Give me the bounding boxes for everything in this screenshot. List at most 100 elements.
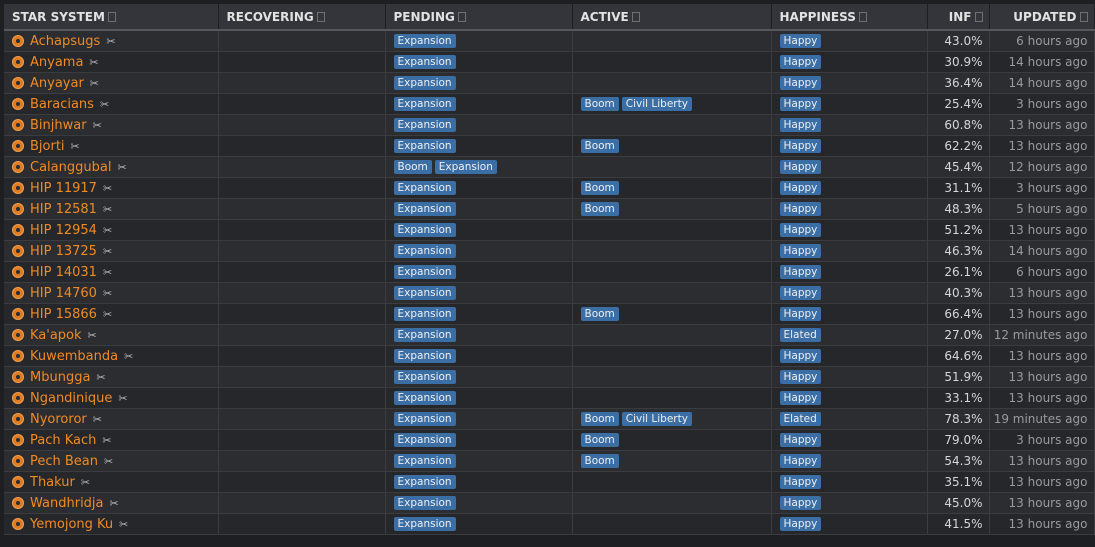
system-name-link[interactable]: Anyama (30, 55, 83, 70)
system-name-link[interactable]: Bjorti (30, 139, 65, 154)
system-name-link[interactable]: HIP 12581 (30, 202, 97, 217)
table-row[interactable]: HIP 14031 ✂ Expansion Happy 26.1% 6 hours ago (4, 261, 1095, 283)
column-header-pending[interactable]: PENDING (385, 4, 573, 31)
system-name-link[interactable]: Pach Kach (30, 433, 96, 448)
cell-happiness: Happy (771, 156, 928, 178)
table-row[interactable]: Anyama ✂ Expansion Happy 30.9% 14 hours ago (4, 51, 1095, 73)
system-name-link[interactable]: Wandhridja (30, 496, 104, 511)
system-name-link[interactable]: Binjhwar (30, 118, 87, 133)
system-name-link[interactable]: Ngandinique (30, 391, 112, 406)
state-badge: Expansion (393, 55, 456, 70)
column-header-inf[interactable]: INF (927, 4, 990, 31)
cell-recovering (218, 471, 386, 493)
table-row[interactable]: HIP 12954 ✂ Expansion Happy 51.2% 13 hours ag… (4, 219, 1095, 241)
table-row[interactable]: HIP 15866 ✂ Expansion Boom Happy 66.4% 13 hour… (4, 303, 1095, 325)
system-name-link[interactable]: Baracians (30, 97, 94, 112)
system-name-link[interactable]: HIP 12954 (30, 223, 97, 238)
table-row[interactable]: Calanggubal ✂ Boom Expansion Happy 45.4% 12 ho… (4, 156, 1095, 178)
sort-icon[interactable] (1079, 11, 1088, 22)
column-header-recovering[interactable]: RECOVERING (218, 4, 386, 31)
scissors-icon[interactable]: ✂ (89, 56, 98, 69)
table-row[interactable]: HIP 13725 ✂ Expansion Happy 46.3% 14 hours ag… (4, 240, 1095, 262)
scissors-icon[interactable]: ✂ (103, 224, 112, 237)
system-name-link[interactable]: Ka'apok (30, 328, 82, 343)
system-name-link[interactable]: HIP 13725 (30, 244, 97, 259)
happiness-badge: Happy (779, 286, 822, 301)
table-row[interactable]: Baracians ✂ Expansion Boom Civil Liberty Happ… (4, 93, 1095, 115)
table-row[interactable]: Ngandinique ✂ Expansion Happy 33.1% 13 hours … (4, 387, 1095, 409)
scissors-icon[interactable]: ✂ (90, 77, 99, 90)
scissors-icon[interactable]: ✂ (103, 182, 112, 195)
happiness-badge: Elated (779, 412, 821, 427)
column-header-star-system[interactable]: STAR SYSTEM (4, 4, 219, 31)
sort-icon[interactable] (457, 11, 466, 22)
scissors-icon[interactable]: ✂ (102, 434, 111, 447)
system-name-link[interactable]: Yemojong Ku (30, 517, 113, 532)
scissors-icon[interactable]: ✂ (103, 287, 112, 300)
scissors-icon[interactable]: ✂ (103, 308, 112, 321)
system-name-link[interactable]: Nyororor (30, 412, 87, 427)
sort-icon[interactable] (858, 11, 867, 22)
table-row[interactable]: HIP 12581 ✂ Expansion Boom Happy 48.3% 5 hours… (4, 198, 1095, 220)
cell-star-system: Calanggubal ✂ (4, 156, 219, 178)
cell-active (572, 51, 772, 73)
scissors-icon[interactable]: ✂ (100, 98, 109, 111)
table-row[interactable]: Achapsugs ✂ Expansion Happy 43.0% 6 hours ago (4, 30, 1095, 52)
scissors-icon[interactable]: ✂ (103, 266, 112, 279)
cell-star-system: HIP 13725 ✂ (4, 240, 219, 262)
scissors-icon[interactable]: ✂ (104, 455, 113, 468)
system-name-link[interactable]: Achapsugs (30, 34, 100, 49)
table-row[interactable]: Yemojong Ku ✂ Expansion Happy 41.5% 13 hours … (4, 513, 1095, 535)
cell-recovering (218, 345, 386, 367)
table-row[interactable]: Wandhridja ✂ Expansion Happy 45.0% 13 hours a… (4, 492, 1095, 514)
system-name-link[interactable]: Kuwembanda (30, 349, 118, 364)
table-row[interactable]: Pach Kach ✂ Expansion Boom Happy 79.0% 3 hours… (4, 429, 1095, 451)
table-row[interactable]: Nyororor ✂ Expansion Boom Civil Liberty Elate… (4, 408, 1095, 430)
sort-icon[interactable] (974, 11, 983, 22)
system-name-link[interactable]: Mbungga (30, 370, 90, 385)
scissors-icon[interactable]: ✂ (103, 203, 112, 216)
column-header-updated[interactable]: UPDATED (989, 4, 1095, 31)
system-name-link[interactable]: Calanggubal (30, 160, 111, 175)
table-row[interactable]: Mbungga ✂ Expansion Happy 51.9% 13 hours ago (4, 366, 1095, 388)
table-row[interactable]: Anyayar ✂ Expansion Happy 36.4% 14 hours ago (4, 72, 1095, 94)
scissors-icon[interactable]: ✂ (110, 497, 119, 510)
table-row[interactable]: Ka'apok ✂ Expansion Elated 27.0% 12 minutes a… (4, 324, 1095, 346)
scissors-icon[interactable]: ✂ (103, 245, 112, 258)
scissors-icon[interactable]: ✂ (119, 518, 128, 531)
happiness-badge: Happy (779, 307, 822, 322)
state-badge: Expansion (393, 370, 456, 385)
sort-icon[interactable] (316, 11, 325, 22)
scissors-icon[interactable]: ✂ (117, 161, 126, 174)
system-name-link[interactable]: HIP 15866 (30, 307, 97, 322)
scissors-icon[interactable]: ✂ (124, 350, 133, 363)
scissors-icon[interactable]: ✂ (93, 413, 102, 426)
table-row[interactable]: Bjorti ✂ Expansion Boom Happy 62.2% 13 hours a… (4, 135, 1095, 157)
system-name-link[interactable]: HIP 14031 (30, 265, 97, 280)
scissors-icon[interactable]: ✂ (71, 140, 80, 153)
scissors-icon[interactable]: ✂ (118, 392, 127, 405)
scissors-icon[interactable]: ✂ (81, 476, 90, 489)
system-name-link[interactable]: HIP 11917 (30, 181, 97, 196)
cell-happiness: Happy (771, 30, 928, 52)
system-name-link[interactable]: Anyayar (30, 76, 84, 91)
cell-pending: Expansion (385, 303, 573, 325)
system-name-link[interactable]: HIP 14760 (30, 286, 97, 301)
system-name-link[interactable]: Thakur (30, 475, 75, 490)
scissors-icon[interactable]: ✂ (106, 35, 115, 48)
scissors-icon[interactable]: ✂ (93, 119, 102, 132)
column-header-active[interactable]: ACTIVE (572, 4, 772, 31)
table-row[interactable]: HIP 14760 ✂ Expansion Happy 40.3% 13 hours ag… (4, 282, 1095, 304)
table-row[interactable]: Pech Bean ✂ Expansion Boom Happy 54.3% 13 hour… (4, 450, 1095, 472)
scissors-icon[interactable]: ✂ (88, 329, 97, 342)
column-header-happiness[interactable]: HAPPINESS (771, 4, 928, 31)
table-row[interactable]: Thakur ✂ Expansion Happy 35.1% 13 hours ago (4, 471, 1095, 493)
table-row[interactable]: Kuwembanda ✂ Expansion Happy 64.6% 13 hours a… (4, 345, 1095, 367)
cell-pending: Expansion (385, 72, 573, 94)
system-name-link[interactable]: Pech Bean (30, 454, 98, 469)
sort-icon[interactable] (631, 11, 640, 22)
sort-icon[interactable] (107, 11, 116, 22)
table-row[interactable]: Binjhwar ✂ Expansion Happy 60.8% 13 hours ago (4, 114, 1095, 136)
scissors-icon[interactable]: ✂ (96, 371, 105, 384)
table-row[interactable]: HIP 11917 ✂ Expansion Boom Happy 31.1% 3 hours… (4, 177, 1095, 199)
